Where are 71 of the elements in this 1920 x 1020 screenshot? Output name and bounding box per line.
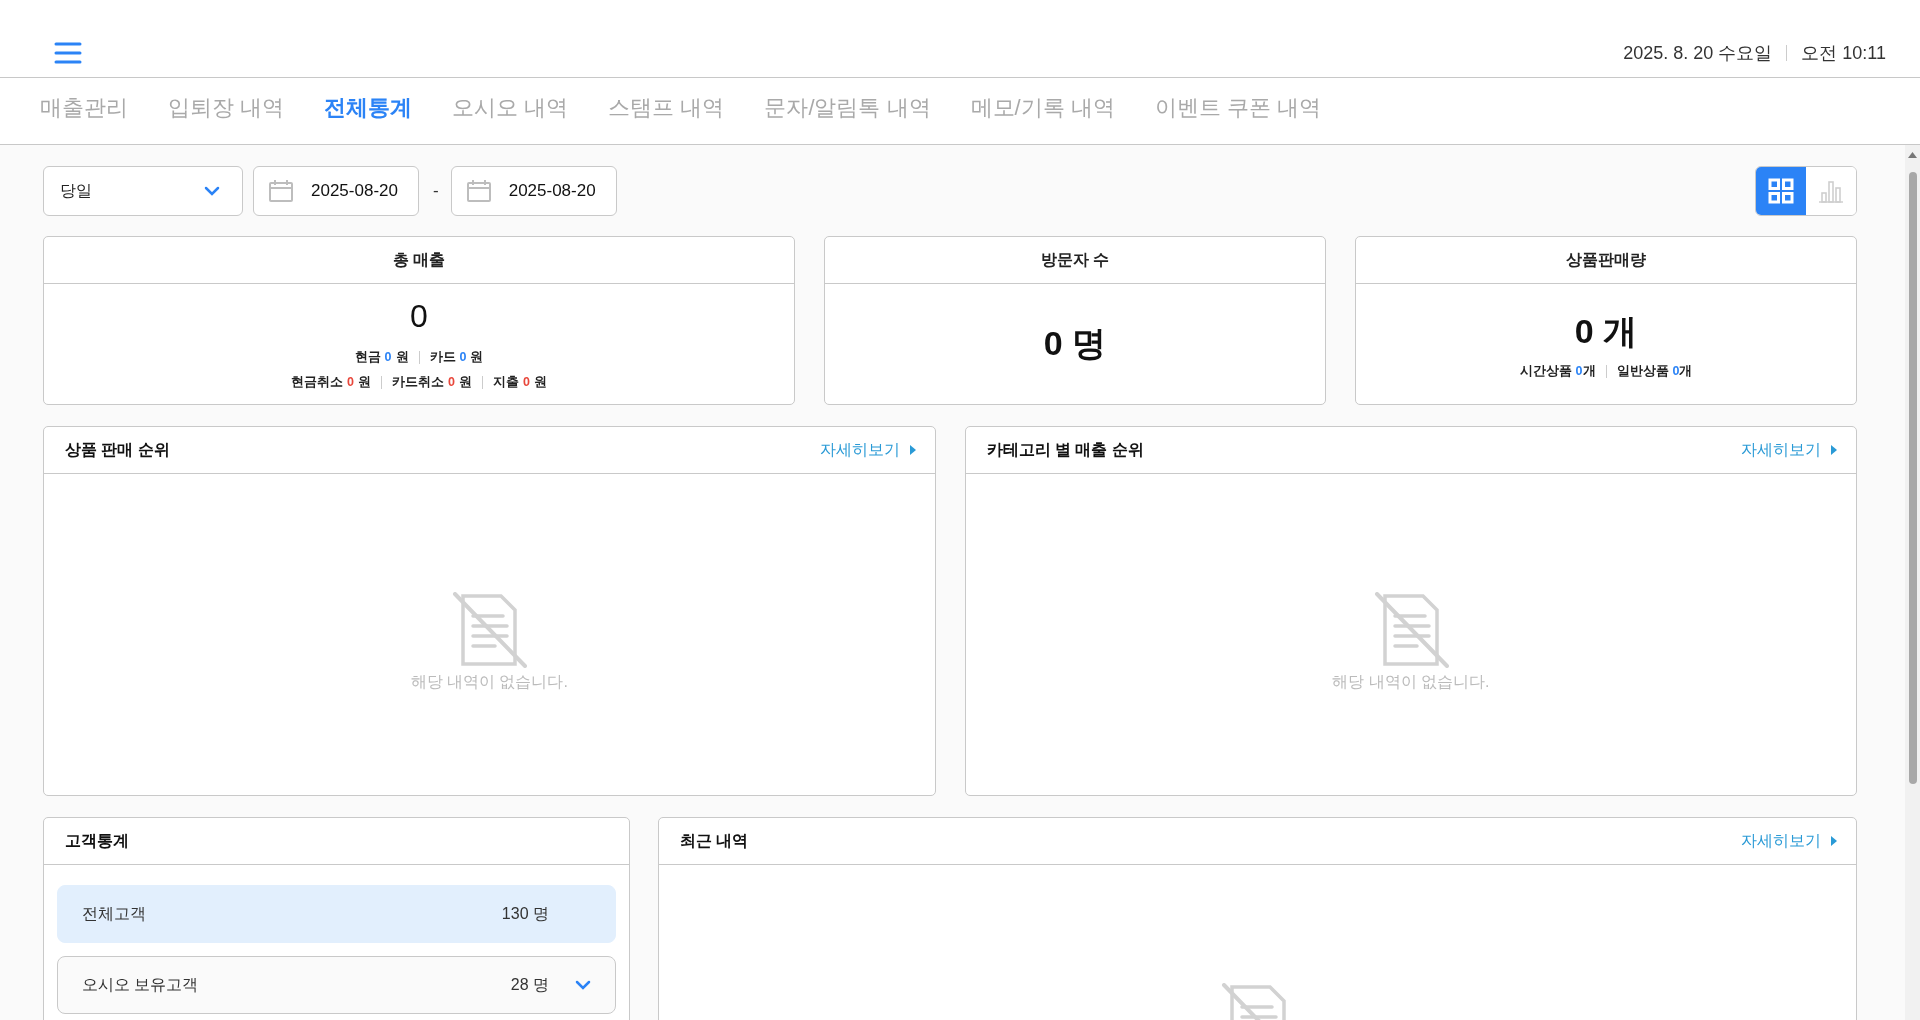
breakdown-label: 현금 [354, 349, 381, 364]
current-time: 오전 10:11 [1801, 42, 1886, 65]
period-dropdown[interactable]: 당일 [43, 166, 243, 216]
nav-tab[interactable]: 이벤트 쿠폰 내역 [1154, 93, 1322, 123]
breakdown-amount: 0 [1672, 363, 1680, 378]
caret-right-icon [908, 444, 917, 456]
breakdown-amount: 0 [347, 374, 354, 389]
grid-icon [1768, 178, 1794, 204]
breakdown-label: 시간상품 [1519, 363, 1572, 378]
unit-text: 원 [470, 349, 484, 364]
scrollbar[interactable] [1905, 145, 1920, 1020]
end-date-field[interactable]: 2025-08-20 [450, 166, 617, 216]
unit-text: 원 [533, 374, 547, 389]
more-link[interactable]: 자세히보기 [1741, 830, 1838, 852]
breakdown-amount: 0 [459, 349, 467, 364]
menu-icon[interactable] [54, 41, 82, 65]
nav-tab[interactable]: 메모/기록 내역 [970, 93, 1115, 123]
calendar-icon [466, 180, 491, 202]
unit-text: 원 [395, 349, 409, 364]
card-title: 상품판매량 [1356, 237, 1856, 284]
stat-value: 0 [410, 297, 428, 335]
panel-title: 고객통계 [44, 818, 629, 865]
calendar-icon [269, 180, 293, 202]
row-count: 28 명 [510, 974, 549, 995]
start-date-field[interactable]: 2025-08-20 [253, 166, 419, 216]
breakdown-amount: 0 [448, 374, 455, 389]
row-label: 전체고객 [82, 903, 146, 924]
card-title: 방문자 수 [825, 237, 1325, 284]
nav-tab[interactable]: 매출관리 [40, 93, 128, 123]
card-title: 총 매출 [44, 237, 794, 284]
no-document-icon [451, 592, 528, 668]
breakdown-label: 카드취소 [392, 374, 444, 389]
caret-right-icon [1830, 835, 1838, 847]
empty-message: 해당 내역이 없습니다. [410, 672, 568, 692]
chevron-down-icon [204, 186, 220, 196]
nav-tab[interactable]: 전체통계 [324, 93, 413, 123]
row-count: 130 명 [501, 903, 549, 924]
nav-tab[interactable]: 문자/알림톡 내역 [764, 93, 931, 123]
customer-row[interactable]: 전체고객 130 명 [57, 885, 616, 943]
breakdown-label: 지출 [492, 374, 519, 389]
customer-row[interactable]: 오시오 보유고객 28 명 [57, 956, 616, 1014]
scroll-up-arrow-icon[interactable] [1907, 151, 1918, 159]
panel-title: 최근 내역 [680, 830, 749, 851]
stat-value: 0 개 [1574, 310, 1638, 352]
breakdown-label: 일반상품 [1616, 363, 1669, 378]
unit-text: 개 [1582, 363, 1596, 378]
chevron-down-icon [575, 980, 591, 990]
breakdown-label: 현금취소 [291, 374, 344, 389]
nav-tab[interactable]: 스탬프 내역 [608, 93, 725, 123]
nav-tab[interactable]: 오시오 내역 [452, 93, 569, 123]
caret-right-icon [1830, 444, 1838, 456]
breakdown-label: 카드 [429, 349, 456, 364]
nav-tab[interactable]: 입퇴장 내역 [168, 93, 285, 123]
panel-title: 상품 판매 순위 [65, 439, 170, 460]
current-date: 2025. 8. 20 수요일 [1623, 42, 1773, 65]
more-link[interactable]: 자세히보기 [819, 439, 917, 461]
empty-message: 해당 내역이 없습니다. [1332, 672, 1490, 692]
breakdown-amount: 0 [522, 374, 530, 389]
range-separator: - [433, 181, 439, 201]
panel-title: 카테고리 별 매출 순위 [986, 439, 1144, 460]
row-label: 오시오 보유고객 [82, 974, 199, 995]
breakdown-amount: 0 [1575, 363, 1583, 378]
bar-chart-icon [1818, 179, 1844, 203]
unit-text: 원 [358, 374, 371, 389]
unit-text: 원 [458, 374, 472, 389]
more-link[interactable]: 자세히보기 [1741, 439, 1838, 461]
view-toggle-button[interactable] [1756, 167, 1806, 215]
unit-text: 개 [1679, 363, 1693, 378]
stat-value: 0 명 [1043, 323, 1107, 364]
no-document-icon [1372, 592, 1449, 668]
breakdown-amount: 0 [384, 349, 392, 364]
